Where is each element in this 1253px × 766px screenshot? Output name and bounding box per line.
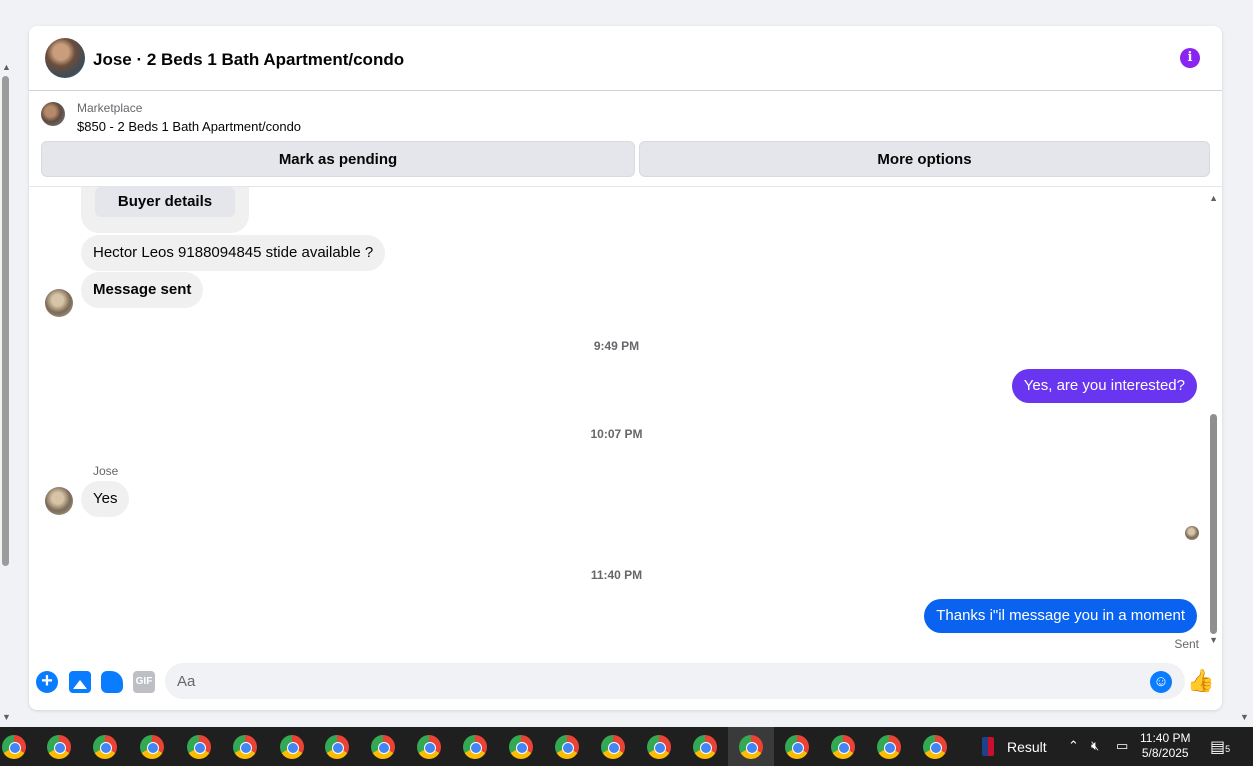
speaker-muted-icon[interactable]: 🔇︎ [1091, 738, 1099, 754]
photo-icon[interactable] [69, 671, 91, 693]
system-clock[interactable]: 11:40 PM 5/8/2025 [1140, 731, 1190, 761]
listing-thumbnail[interactable] [41, 102, 65, 126]
chrome-icon[interactable] [2, 735, 26, 759]
info-icon[interactable]: i [1180, 48, 1200, 68]
sender-name: Jose [93, 464, 119, 478]
network-icon[interactable]: ▭ [1116, 738, 1128, 754]
more-options-button[interactable]: More options [639, 141, 1210, 177]
thumbs-up-icon[interactable]: 👍 [1187, 668, 1214, 694]
chrome-icon[interactable] [693, 735, 717, 759]
chrome-icon[interactable] [280, 735, 304, 759]
nba-logo-icon[interactable] [982, 737, 994, 756]
chrome-icon[interactable] [923, 735, 947, 759]
buyer-details-button[interactable]: Buyer details [95, 187, 235, 217]
outgoing-message[interactable]: Thanks i"il message you in a moment [924, 599, 1197, 633]
chrome-icon[interactable] [601, 735, 625, 759]
taskbar-widget-label[interactable]: Result [1007, 739, 1047, 755]
messages-scroll-down-icon[interactable]: ▼ [1209, 635, 1218, 645]
message-timestamp: 11:40 PM [590, 568, 643, 582]
page-scroll-down-icon[interactable]: ▼ [2, 712, 11, 722]
sender-avatar[interactable] [45, 487, 73, 515]
gif-icon[interactable]: GIF [133, 671, 155, 693]
chrome-icon[interactable] [233, 735, 257, 759]
marketplace-listing-panel: Marketplace $850 - 2 Beds 1 Bath Apartme… [29, 91, 1222, 187]
chrome-icon[interactable] [325, 735, 349, 759]
chrome-icon[interactable] [417, 735, 441, 759]
chat-header: Jose · 2 Beds 1 Bath Apartment/condo i [29, 26, 1222, 91]
chrome-icon[interactable] [140, 735, 164, 759]
chat-window: Jose · 2 Beds 1 Bath Apartment/condo i M… [29, 26, 1222, 710]
chrome-icon[interactable] [509, 735, 533, 759]
messages-scroll-up-icon[interactable]: ▲ [1209, 193, 1218, 203]
chrome-icon[interactable] [647, 735, 671, 759]
chrome-icon[interactable] [831, 735, 855, 759]
buyer-details-card: Buyer details [81, 187, 249, 233]
incoming-message[interactable]: Hector Leos 9188094845 stide available ? [81, 235, 386, 271]
message-timestamp: 9:49 PM [593, 339, 640, 353]
contact-avatar[interactable] [45, 38, 85, 78]
incoming-message[interactable]: Message sent [81, 272, 204, 308]
delivery-status: Sent [1174, 637, 1199, 651]
chrome-icon[interactable] [555, 735, 579, 759]
chrome-icon[interactable] [93, 735, 117, 759]
page-scrollbar-thumb[interactable] [2, 76, 9, 566]
messages-scrollbar-thumb[interactable] [1210, 414, 1217, 634]
chevron-up-icon[interactable]: ⌃ [1068, 738, 1079, 754]
window-scroll-down-icon[interactable]: ▼ [1240, 712, 1249, 722]
listing-item-title[interactable]: $850 - 2 Beds 1 Bath Apartment/condo [77, 119, 301, 134]
chrome-icon[interactable] [739, 735, 763, 759]
notification-count: 5 [1225, 744, 1231, 754]
mark-as-pending-button[interactable]: Mark as pending [41, 141, 635, 177]
incoming-message[interactable]: Yes [81, 481, 130, 517]
plus-icon[interactable]: + [36, 671, 58, 693]
chrome-icon[interactable] [187, 735, 211, 759]
sticker-icon[interactable] [101, 671, 123, 693]
clock-date: 5/8/2025 [1141, 746, 1189, 760]
message-composer: + GIF ☺ 👍 [29, 660, 1222, 704]
chrome-icon[interactable] [785, 735, 809, 759]
notification-icon[interactable]: ▤5 [1210, 737, 1232, 757]
conversation-title[interactable]: Jose · 2 Beds 1 Bath Apartment/condo [93, 50, 404, 70]
chrome-icon[interactable] [463, 735, 487, 759]
message-timestamp: 10:07 PM [590, 427, 643, 441]
chrome-icon[interactable] [877, 735, 901, 759]
taskbar: Result ⌃ 🔇︎ ▭ 11:40 PM 5/8/2025 ▤5 [0, 727, 1253, 766]
sender-avatar[interactable] [45, 289, 73, 317]
chrome-icon[interactable] [371, 735, 395, 759]
message-input[interactable] [165, 663, 1185, 699]
listing-source: Marketplace [77, 101, 143, 115]
chrome-icon[interactable] [47, 735, 71, 759]
page-scrollbar[interactable] [0, 62, 12, 722]
message-list[interactable]: Buyer details Hector Leos 9188094845 sti… [29, 187, 1222, 657]
emoji-icon[interactable]: ☺ [1150, 671, 1172, 693]
outgoing-message[interactable]: Yes, are you interested? [1011, 369, 1197, 403]
read-receipt-avatar [1185, 526, 1199, 540]
clock-time: 11:40 PM [1140, 731, 1191, 745]
page-scroll-up-icon[interactable]: ▲ [2, 62, 11, 72]
